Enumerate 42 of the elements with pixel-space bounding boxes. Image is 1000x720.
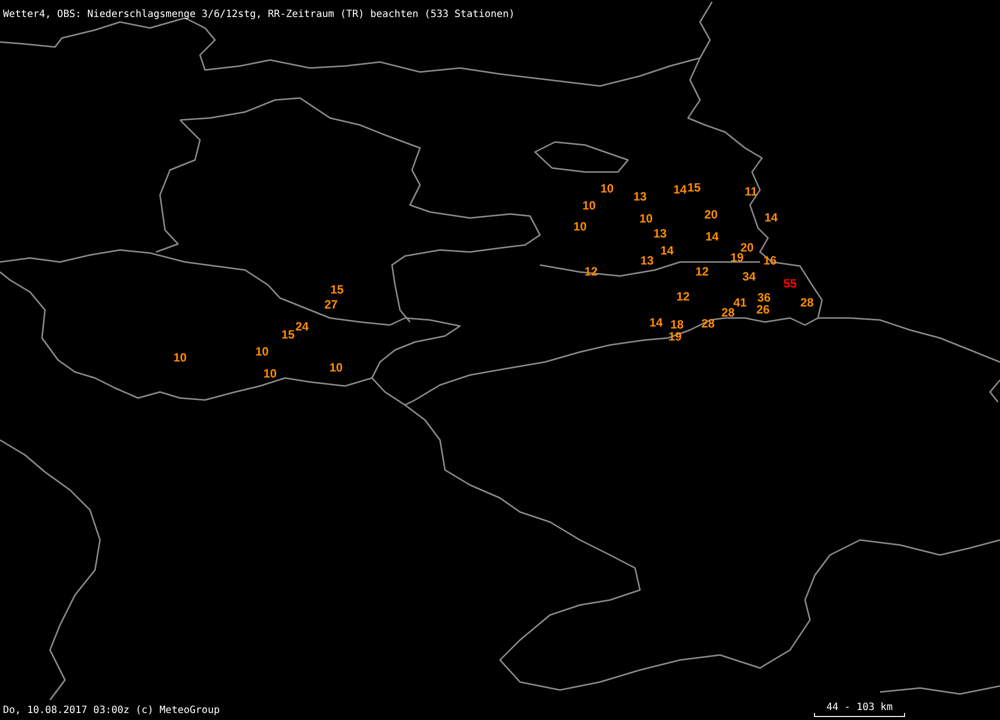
station-value: 14 [660, 246, 674, 256]
station-value: 10 [573, 222, 587, 232]
station-value: 13 [653, 228, 667, 240]
station-value: 18 [670, 320, 684, 330]
station-value: 26 [756, 304, 770, 316]
map-title: Wetter4, OBS: Niederschlagsmenge 3/6/12stg, RR-Zeitraum (TR) beachten (533 Stationen) [3, 9, 515, 20]
station-value: 28 [721, 308, 735, 318]
station-value: 10 [263, 368, 277, 380]
station-value: 10 [173, 352, 187, 364]
station-value: 14 [673, 184, 687, 196]
station-value: 28 [701, 318, 715, 330]
station-value: 14 [764, 212, 778, 224]
station-value: 34 [742, 272, 756, 282]
station-value: 15 [330, 284, 344, 296]
station-value: 19 [668, 332, 682, 342]
footer-caption: Do, 10.08.2017 03:00z (c) MeteoGroup [3, 705, 220, 717]
station-value: 19 [730, 252, 744, 264]
station-value: 15 [281, 330, 295, 340]
station-value: 10 [329, 362, 343, 374]
station-value: 36 [757, 292, 771, 304]
station-value: 11 [744, 186, 758, 198]
station-value: 13 [640, 256, 654, 266]
station-value: 20 [704, 210, 718, 220]
station-value: 12 [584, 266, 598, 278]
station-value: 10 [582, 200, 596, 212]
station-value: 13 [633, 192, 647, 202]
station-value: 28 [800, 298, 814, 308]
station-value: 12 [676, 292, 690, 302]
scale-label: 44 - 103 km [826, 703, 893, 713]
station-value: 10 [255, 346, 269, 358]
station-value: 55 [783, 278, 797, 290]
station-value: 20 [740, 242, 754, 254]
station-value: 14 [705, 232, 719, 242]
station-value: 10 [600, 184, 614, 194]
station-value: 41 [733, 298, 747, 308]
station-value: 10 [639, 214, 653, 224]
station-value: 27 [324, 300, 338, 310]
station-value: 12 [695, 266, 709, 278]
station-value: 14 [649, 318, 663, 328]
station-value: 24 [295, 322, 309, 332]
station-value: 15 [687, 182, 701, 194]
station-value: 16 [763, 256, 777, 266]
